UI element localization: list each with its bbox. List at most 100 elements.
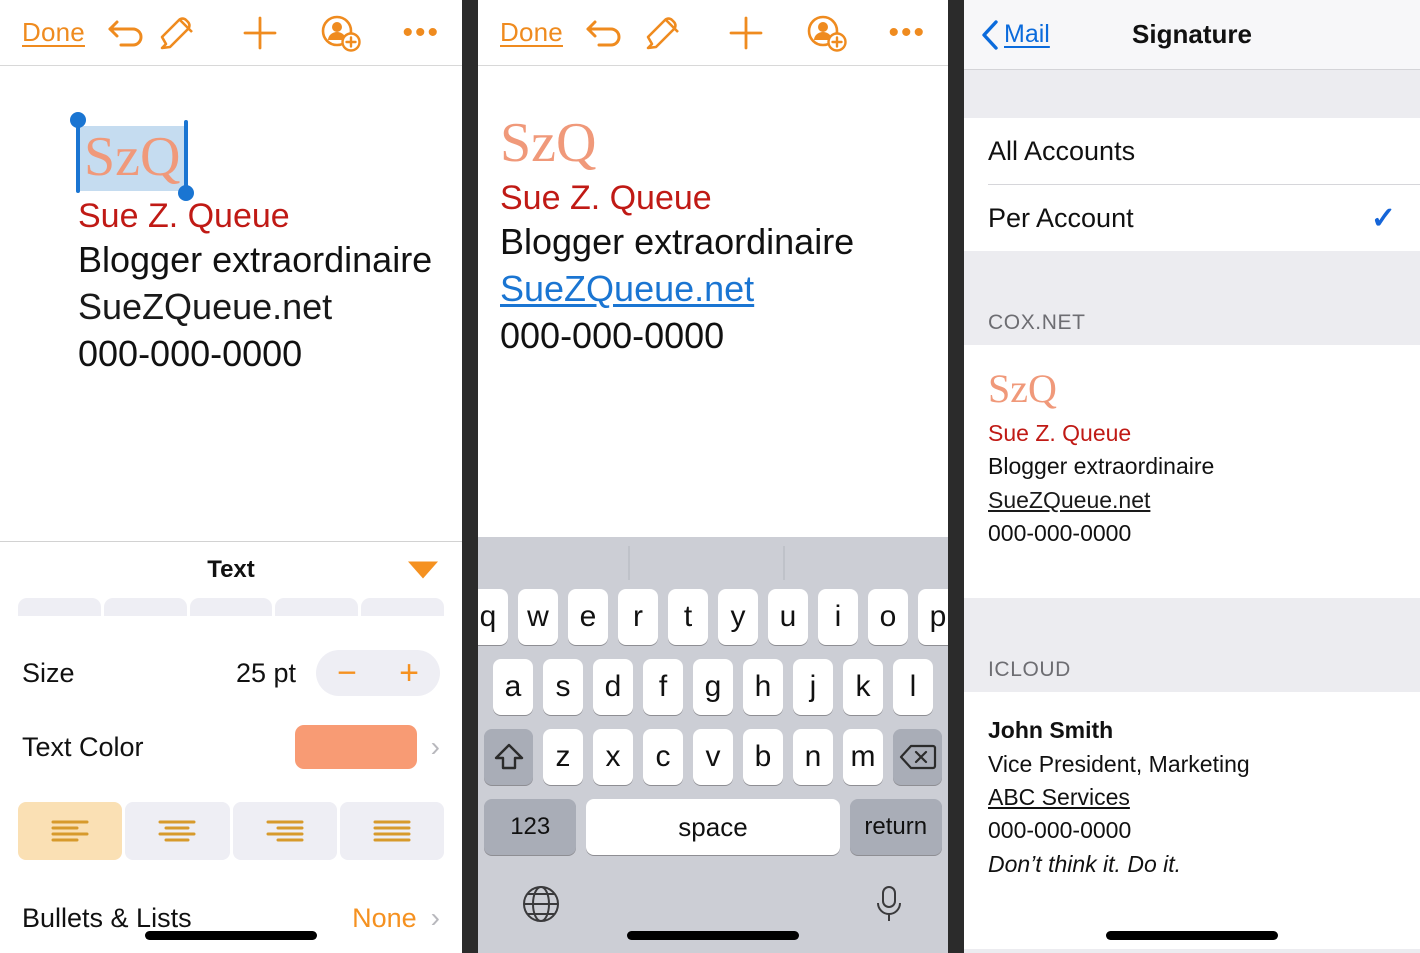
- segment-4[interactable]: [275, 598, 359, 616]
- card-name: John Smith: [988, 717, 1114, 744]
- text-selection[interactable]: SzQ: [70, 112, 195, 201]
- signature-card-cox[interactable]: SzQ Sue Z. Queue Blogger extraordinaire …: [964, 345, 1420, 577]
- more-icon[interactable]: •••: [888, 17, 926, 48]
- space-key[interactable]: space: [586, 799, 840, 855]
- key-j[interactable]: j: [793, 659, 833, 715]
- key-r[interactable]: r: [618, 589, 658, 645]
- numbers-key[interactable]: 123: [484, 799, 577, 855]
- option-all-accounts[interactable]: All Accounts: [964, 118, 1420, 184]
- chevron-right-icon[interactable]: ›: [431, 902, 440, 934]
- key-d[interactable]: d: [593, 659, 633, 715]
- selection-bar-right[interactable]: [184, 120, 189, 193]
- key-b[interactable]: b: [743, 729, 783, 785]
- key-w[interactable]: w: [518, 589, 558, 645]
- alignment-button-group[interactable]: [0, 802, 462, 860]
- option-per-account[interactable]: Per Account ✓: [964, 185, 1420, 251]
- key-i[interactable]: i: [818, 589, 858, 645]
- done-button[interactable]: Done: [500, 17, 563, 48]
- key-t[interactable]: t: [668, 589, 708, 645]
- option-label: Per Account: [988, 202, 1134, 233]
- key-l[interactable]: l: [893, 659, 933, 715]
- key-m[interactable]: m: [843, 729, 883, 785]
- option-label: All Accounts: [988, 135, 1136, 166]
- key-v[interactable]: v: [693, 729, 733, 785]
- key-q[interactable]: q: [478, 589, 508, 645]
- section-header-cox: COX.NET: [964, 299, 1420, 345]
- align-left-button[interactable]: [18, 802, 123, 860]
- segment-2[interactable]: [103, 598, 187, 616]
- section-header-icloud: ICLOUD: [964, 646, 1420, 693]
- size-decrease-button[interactable]: −: [337, 656, 357, 690]
- key-f[interactable]: f: [643, 659, 683, 715]
- undo-icon[interactable]: [107, 16, 147, 50]
- add-person-icon[interactable]: [320, 13, 362, 53]
- key-n[interactable]: n: [793, 729, 833, 785]
- return-key[interactable]: return: [849, 799, 942, 855]
- size-row: Size 25 pt − +: [0, 636, 462, 710]
- undo-icon[interactable]: [585, 16, 625, 50]
- backspace-key[interactable]: [893, 729, 942, 785]
- key-s[interactable]: s: [543, 659, 583, 715]
- key-k[interactable]: k: [843, 659, 883, 715]
- signature-editor-content[interactable]: SzQ Sue Z. Queue Blogger extraordinaire …: [478, 66, 948, 360]
- selection-handle-start[interactable]: [70, 112, 86, 128]
- font-style-segmented-control[interactable]: [0, 598, 462, 616]
- home-indicator: [145, 931, 317, 940]
- key-p[interactable]: p: [918, 589, 948, 645]
- selection-bar-left[interactable]: [76, 120, 80, 193]
- key-h[interactable]: h: [743, 659, 783, 715]
- signature-website: SueZQueue.net: [78, 286, 333, 328]
- card-link[interactable]: SueZQueue.net: [988, 484, 1396, 517]
- done-button[interactable]: Done: [22, 17, 85, 48]
- signature-logo[interactable]: SzQ: [500, 114, 596, 173]
- signature-logo[interactable]: SzQ: [78, 126, 187, 191]
- key-u[interactable]: u: [768, 589, 808, 645]
- shift-key[interactable]: [484, 729, 533, 785]
- page-title: Signature: [1132, 19, 1252, 49]
- more-icon[interactable]: •••: [402, 17, 440, 48]
- signature-website-link[interactable]: SueZQueue.net: [500, 266, 948, 313]
- size-increase-button[interactable]: +: [399, 656, 419, 690]
- signature-name: Sue Z. Queue: [500, 178, 712, 217]
- globe-icon[interactable]: [520, 883, 562, 930]
- signature-card-icloud[interactable]: John Smith Vice President, Marketing ABC…: [964, 692, 1420, 908]
- three-panel-screenshot: Done ••• SzQ Sue Z. Queue Blogger extrao…: [0, 0, 1420, 953]
- key-x[interactable]: x: [593, 729, 633, 785]
- text-color-row[interactable]: Text Color ›: [0, 710, 462, 784]
- card-tagline: Don’t think it. Do it.: [988, 850, 1182, 877]
- chevron-right-icon[interactable]: ›: [431, 731, 440, 763]
- key-e[interactable]: e: [568, 589, 608, 645]
- navigation-bar: Mail Signature: [964, 0, 1420, 70]
- plus-icon[interactable]: [726, 13, 766, 53]
- size-stepper[interactable]: − +: [316, 650, 440, 696]
- key-y[interactable]: y: [718, 589, 758, 645]
- mic-icon[interactable]: [872, 883, 906, 930]
- card-company[interactable]: ABC Services: [988, 781, 1396, 814]
- checkmark-icon: ✓: [1370, 201, 1396, 235]
- align-center-button[interactable]: [125, 802, 230, 860]
- back-button[interactable]: Mail: [980, 19, 1050, 51]
- segment-3[interactable]: [189, 598, 273, 616]
- highlighter-icon[interactable]: [158, 14, 200, 52]
- key-c[interactable]: c: [643, 729, 683, 785]
- segment-5[interactable]: [361, 598, 444, 616]
- chevron-down-icon[interactable]: [408, 561, 438, 579]
- panel-divider-2: [948, 0, 964, 953]
- align-justify-button[interactable]: [339, 802, 444, 860]
- keyboard-row-4: 123 space return: [478, 799, 948, 855]
- signature-phone: 000-000-0000: [78, 332, 303, 374]
- segment-1[interactable]: [18, 598, 101, 616]
- bullets-lists-row[interactable]: Bullets & Lists None ›: [0, 874, 462, 953]
- predictive-text-bar[interactable]: [478, 537, 948, 589]
- key-a[interactable]: a: [493, 659, 533, 715]
- key-z[interactable]: z: [543, 729, 583, 785]
- highlighter-icon[interactable]: [644, 14, 686, 52]
- key-o[interactable]: o: [868, 589, 908, 645]
- key-g[interactable]: g: [693, 659, 733, 715]
- add-person-icon[interactable]: [806, 13, 848, 53]
- plus-icon[interactable]: [240, 13, 280, 53]
- signature-editor-content[interactable]: SzQ Sue Z. Queue Blogger extraordinaire …: [0, 66, 462, 378]
- back-label[interactable]: Mail: [1004, 20, 1050, 49]
- text-color-swatch[interactable]: [294, 725, 417, 769]
- align-right-button[interactable]: [232, 802, 337, 860]
